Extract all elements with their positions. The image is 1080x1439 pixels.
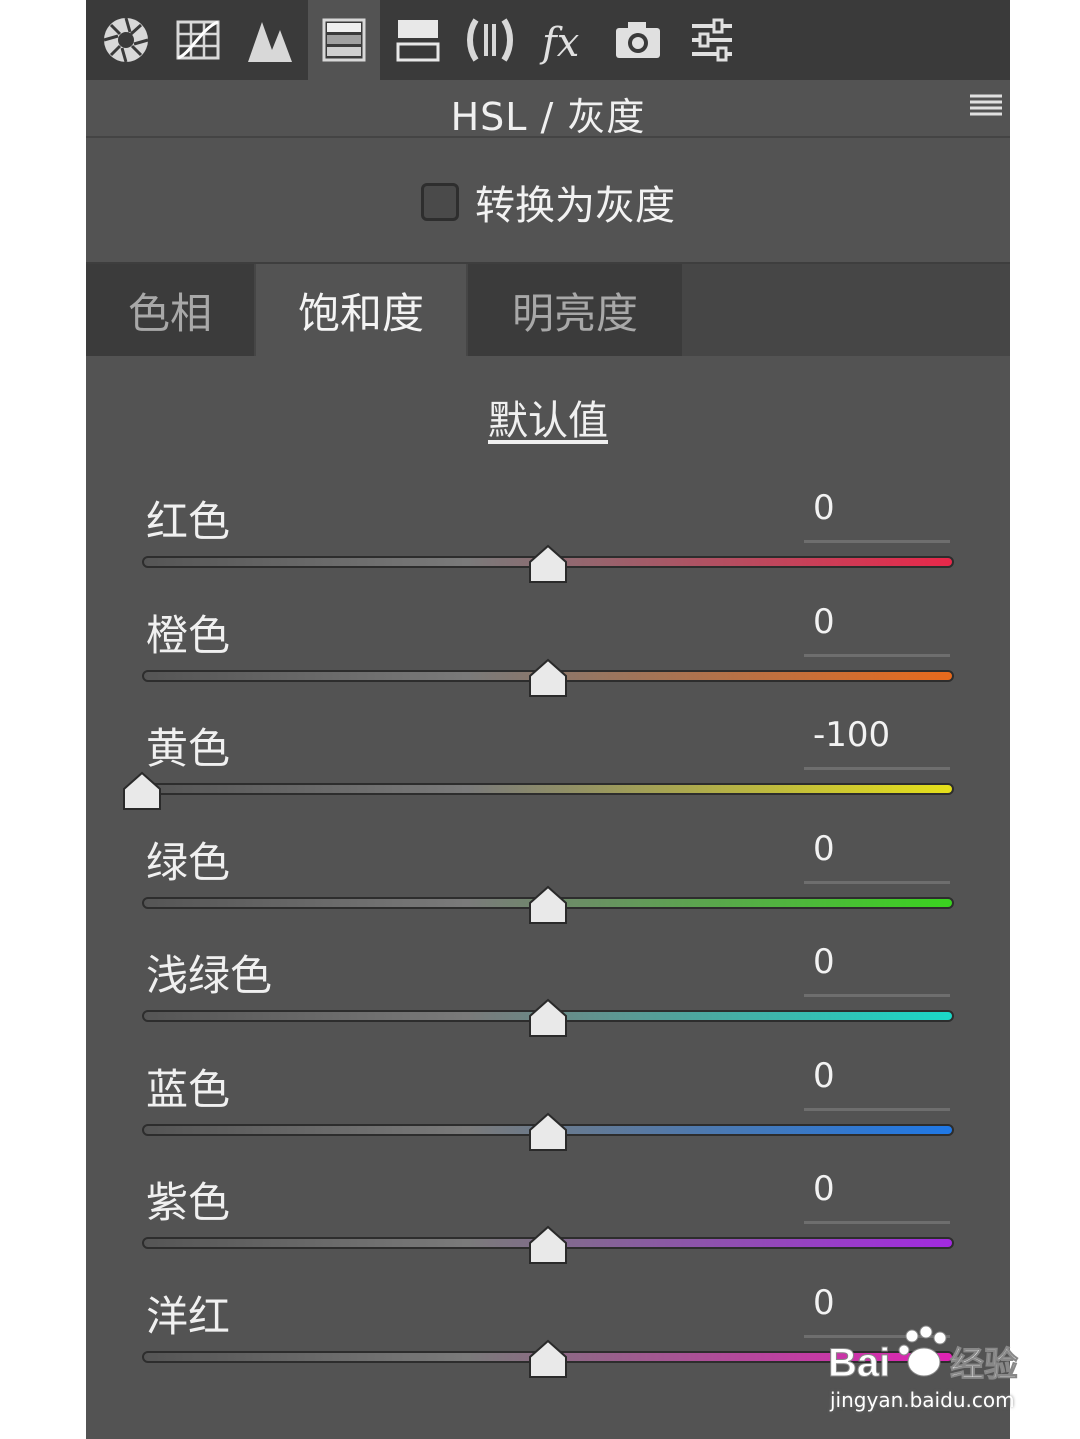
slider-label-red: 红色 xyxy=(146,497,231,546)
slider-thumb-aqua[interactable] xyxy=(528,998,568,1038)
watermark-url: jingyan.baidu.com xyxy=(830,1388,1015,1412)
default-link-row: 默认值 xyxy=(86,388,1010,446)
lens-corrections-icon xyxy=(467,18,513,62)
grayscale-checkbox[interactable] xyxy=(421,183,459,221)
slider-value-red[interactable]: 0 xyxy=(813,488,933,528)
tool-lens-corrections[interactable] xyxy=(454,0,526,80)
tool-tone-curve[interactable] xyxy=(162,0,234,80)
adjustment-panel: fx HSL / 灰度 转换为灰度 色相 饱和度 明亮度 默认值 红色 0 橙色… xyxy=(86,0,1010,1439)
hsl-grayscale-icon xyxy=(322,18,366,62)
slider-value-magenta[interactable]: 0 xyxy=(813,1283,933,1323)
slider-thumb-purple[interactable] xyxy=(528,1225,568,1265)
slider-value-blue[interactable]: 0 xyxy=(813,1056,933,1096)
slider-value-underline xyxy=(804,653,950,657)
svg-text:经验: 经验 xyxy=(950,1345,1018,1384)
split-toning-icon xyxy=(396,20,440,62)
slider-label-orange: 橙色 xyxy=(146,610,231,660)
slider-thumb-yellow[interactable] xyxy=(122,771,162,811)
tab-hue-label: 色相 xyxy=(127,288,212,338)
tool-presets[interactable] xyxy=(676,0,748,80)
panel-title: HSL / 灰度 xyxy=(450,95,646,139)
slider-thumb-magenta[interactable] xyxy=(528,1339,568,1379)
slider-thumb-blue[interactable] xyxy=(528,1112,568,1152)
slider-value-purple[interactable]: 0 xyxy=(813,1169,933,1209)
detail-icon xyxy=(248,22,292,62)
aperture-icon xyxy=(103,17,149,63)
slider-label-aqua: 浅绿色 xyxy=(146,951,273,1000)
baidu-watermark: Bai 经验 jingyan.baidu.com xyxy=(828,1322,1028,1418)
slider-label-purple: 紫色 xyxy=(146,1178,231,1227)
tab-hue[interactable]: 色相 xyxy=(86,264,254,356)
tool-effects[interactable]: fx xyxy=(528,0,600,80)
slider-label-blue: 蓝色 xyxy=(146,1064,231,1114)
tab-saturation[interactable]: 饱和度 xyxy=(256,264,466,356)
slider-value-underline xyxy=(804,767,950,770)
slider-thumb-green[interactable] xyxy=(528,885,568,925)
tone-curve-icon xyxy=(176,20,220,60)
slider-label-yellow: 黄色 xyxy=(146,724,231,773)
slider-thumb-red[interactable] xyxy=(528,544,568,584)
slider-value-underline xyxy=(804,994,950,997)
slider-value-underline xyxy=(804,1107,950,1111)
tool-basic[interactable] xyxy=(90,0,162,80)
baidu-paw-logo: Bai 经验 xyxy=(828,1325,1019,1386)
panel-menu-icon[interactable] xyxy=(968,90,1004,122)
slider-value-yellow[interactable]: -100 xyxy=(813,715,933,755)
tool-hsl[interactable] xyxy=(308,0,380,80)
effects-fx-icon: fx xyxy=(539,20,579,66)
svg-text:fx: fx xyxy=(539,20,579,66)
slider-track-yellow[interactable] xyxy=(142,783,954,795)
tool-split-toning[interactable] xyxy=(382,0,454,80)
slider-thumb-orange[interactable] xyxy=(528,658,568,698)
grayscale-row: 转换为灰度 xyxy=(86,170,1010,234)
presets-sliders-icon xyxy=(692,18,732,62)
hsl-tabs: 色相 饱和度 明亮度 xyxy=(86,262,1010,356)
grayscale-label: 转换为灰度 xyxy=(475,183,675,229)
panel-toolbar: fx xyxy=(86,0,1010,80)
slider-value-underline xyxy=(804,1221,950,1224)
default-link[interactable]: 默认值 xyxy=(488,398,608,444)
slider-value-underline xyxy=(804,540,950,543)
slider-value-orange[interactable]: 0 xyxy=(813,602,933,642)
tab-saturation-label: 饱和度 xyxy=(297,288,424,338)
tool-camera-calibration[interactable] xyxy=(602,0,674,80)
slider-value-underline xyxy=(804,880,950,884)
tab-luminance-label: 明亮度 xyxy=(511,288,638,338)
svg-text:Bai: Bai xyxy=(828,1341,890,1385)
slider-value-green[interactable]: 0 xyxy=(813,829,933,869)
slider-label-magenta: 洋红 xyxy=(146,1291,231,1341)
camera-calibration-icon xyxy=(616,22,660,58)
slider-value-aqua[interactable]: 0 xyxy=(813,942,933,982)
panel-header: HSL / 灰度 xyxy=(86,80,1010,139)
tab-luminance[interactable]: 明亮度 xyxy=(468,264,682,356)
tool-detail[interactable] xyxy=(234,0,306,80)
slider-label-green: 绿色 xyxy=(146,837,231,887)
